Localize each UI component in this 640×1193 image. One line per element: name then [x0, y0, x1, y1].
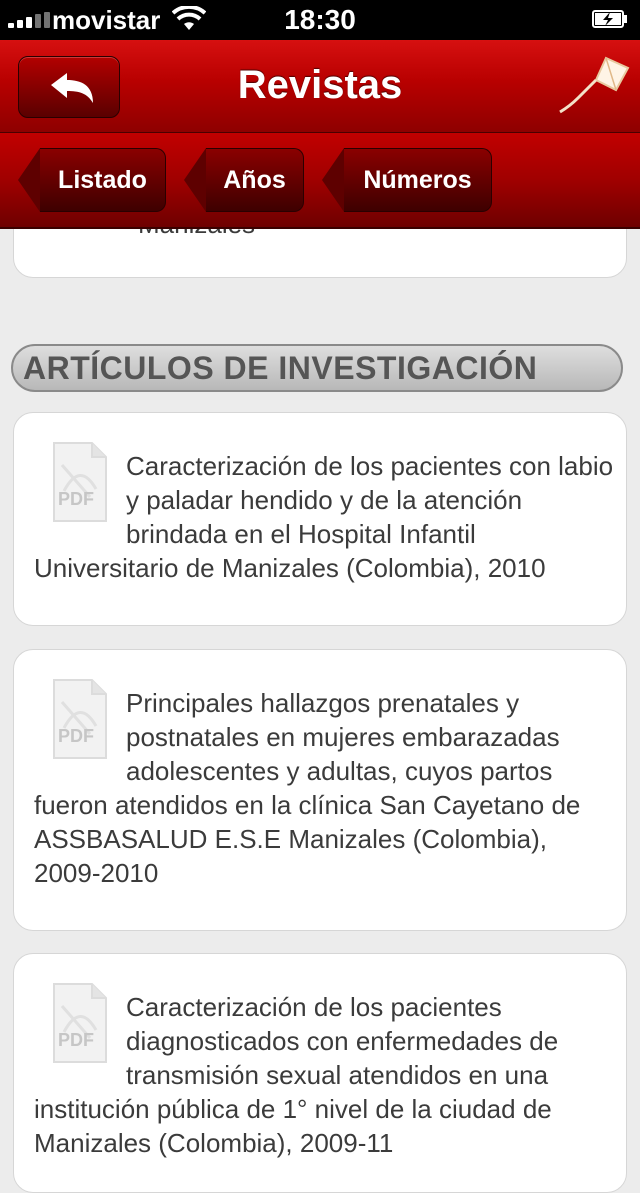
article-title: Caracterización de los pacientes diagnos…	[34, 992, 559, 1158]
breadcrumb-anos[interactable]: Años	[184, 148, 304, 212]
breadcrumb-label: Años	[223, 166, 286, 194]
article-card[interactable]: PDF Caracterización de los pacientes dia…	[13, 953, 627, 1193]
breadcrumb-numeros[interactable]: Números	[322, 148, 492, 212]
breadcrumb-label: Números	[363, 166, 472, 194]
article-card[interactable]: PDF Principales hallazgos prenatales y p…	[13, 649, 627, 931]
back-arrow-icon	[51, 73, 93, 103]
signal-strength-icon	[8, 12, 50, 28]
kite-logo-icon[interactable]	[556, 54, 630, 120]
battery-charging-icon	[592, 10, 627, 28]
breadcrumb-listado[interactable]: Listado	[18, 148, 166, 212]
section-header: ARTÍCULOS DE INVESTIGACIÓN	[11, 344, 623, 392]
navigation-bar: Revistas	[0, 40, 640, 133]
breadcrumb-label: Listado	[58, 166, 147, 194]
status-bar: movistar 18:30	[0, 0, 640, 40]
breadcrumb: Listado Años Números	[0, 133, 640, 229]
article-title: Principales hallazgos prenatales y postn…	[34, 688, 581, 888]
carrier-name: movistar	[52, 5, 161, 35]
back-button[interactable]	[18, 56, 120, 118]
wifi-icon	[172, 6, 206, 30]
article-card[interactable]: PDF Caracterización de los pacientes con…	[13, 412, 627, 626]
article-title: Caracterización de los pacientes con lab…	[34, 451, 614, 583]
